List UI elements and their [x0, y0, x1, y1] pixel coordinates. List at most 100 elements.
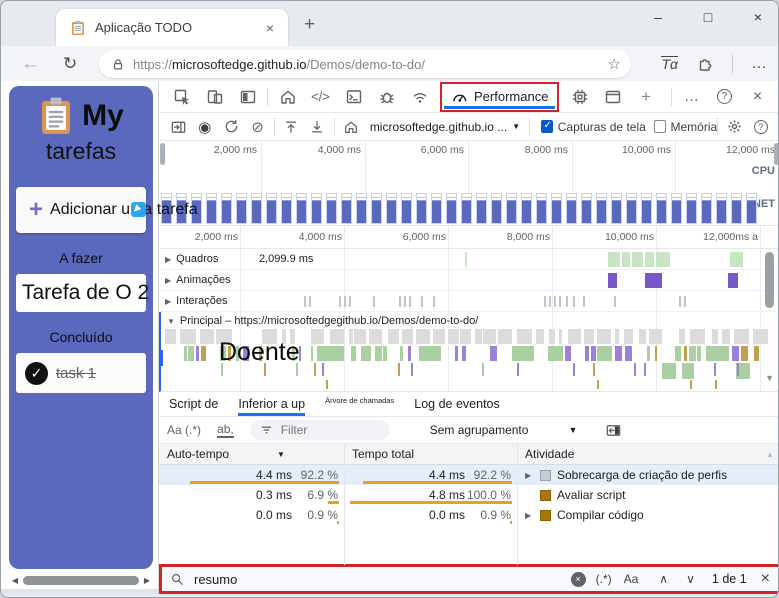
ruler-tick: 10,000 ms [575, 144, 671, 156]
history-flyout-icon[interactable] [165, 115, 191, 139]
home-panel-icon[interactable] [271, 84, 304, 110]
scroll-down-icon[interactable]: ▼ [765, 373, 774, 383]
tab-close-icon[interactable]: × [262, 20, 278, 36]
track-interactions[interactable]: ▶Interações [159, 291, 779, 312]
clear-search-icon[interactable]: × [571, 572, 586, 587]
debug-panel-icon[interactable] [370, 84, 403, 110]
table-row[interactable]: 4.4 ms92.2 % 4.4 ms92.2 % ▶Sobrecarga de… [159, 465, 779, 485]
close-window-button[interactable]: × [748, 9, 768, 25]
devtools-menu-icon[interactable]: … [675, 84, 708, 110]
todo-item[interactable]: Tarefa de O 2 [16, 274, 146, 312]
detail-ruler[interactable]: 2,000 ms 4,000 ms 6,000 ms 8,000 ms 10,0… [159, 226, 779, 249]
more-tools-icon[interactable]: + [629, 84, 662, 110]
tab-performance[interactable]: Performance [440, 82, 559, 112]
header-total-time[interactable]: Tempo total [344, 447, 517, 461]
ruler-tick: 4,000 ms [264, 231, 342, 243]
scroll-left-icon[interactable]: ◀ [9, 576, 21, 585]
time-bar [328, 501, 339, 504]
done-item[interactable]: ✓ task 1 [16, 353, 146, 393]
devtools-close-icon[interactable]: × [741, 84, 774, 110]
case-toggle[interactable]: Aa [624, 572, 639, 586]
table-row[interactable]: 0.0 ms0.9 % 0.0 ms0.9 % ▶Compilar código [159, 505, 779, 525]
scroll-right-icon[interactable]: ▶ [141, 576, 153, 585]
grouping-dropdown[interactable]: Sem agrupamento▼ [430, 423, 578, 437]
expand-icon[interactable]: ▶ [165, 276, 171, 285]
heaviest-stack-button[interactable] [605, 423, 622, 438]
previous-result-icon[interactable]: ∧ [659, 572, 668, 586]
home-icon[interactable] [337, 115, 363, 139]
tab-call-tree[interactable]: Árvore de chamadas [325, 396, 394, 410]
toolbar-divider [732, 55, 733, 73]
maximize-button[interactable]: □ [698, 9, 718, 25]
elements-panel-icon[interactable]: </> [304, 84, 337, 110]
layers-panel-icon[interactable] [596, 84, 629, 110]
tab-bottom-up[interactable]: Inferior a up [238, 397, 305, 416]
dock-side-icon[interactable] [231, 84, 264, 110]
filter-field[interactable] [250, 420, 390, 440]
tab-title: Aplicação TODO [95, 20, 262, 35]
memory-checkbox[interactable] [654, 120, 666, 133]
case-regex-toggle[interactable]: Aa (.*) [167, 423, 201, 437]
read-aloud-icon[interactable]: Tα [661, 56, 678, 71]
page-selector-dropdown[interactable]: microsoftedge.github.io ...▼ [370, 120, 520, 134]
category-swatch [540, 490, 551, 501]
load-profile-icon[interactable] [278, 115, 304, 139]
expand-icon[interactable]: ▶ [525, 471, 534, 480]
console-panel-icon[interactable] [337, 84, 370, 110]
ruler-tick: 8,000 ms [472, 144, 568, 156]
add-task-button[interactable]: + Adicionar uma tarefa [16, 187, 146, 233]
filter-input[interactable] [279, 422, 379, 438]
range-handle-right[interactable] [774, 143, 779, 165]
expand-icon[interactable]: ▶ [165, 297, 171, 306]
track-main-thread[interactable]: ▼Principal – https://microsoftedgegithub… [159, 312, 779, 392]
horizontal-scrollbar[interactable]: ◀ ▶ [9, 573, 153, 587]
capture-settings-gear-icon[interactable] [721, 115, 747, 139]
screenshot-filmstrip[interactable] [161, 193, 777, 224]
todo-app-sidebar: My tarefas + Adicionar uma tarefa A faze… [9, 86, 153, 569]
extensions-icon[interactable] [696, 55, 714, 73]
track-animations[interactable]: ▶Animações [159, 270, 779, 291]
tab-event-log[interactable]: Log de eventos [414, 397, 500, 416]
scroll-up-icon: ▲ [766, 450, 774, 459]
next-result-icon[interactable]: ∨ [686, 572, 695, 586]
favorite-star-icon[interactable]: ☆ [608, 55, 621, 73]
timeline-overview[interactable]: 2,000 ms 4,000 ms 6,000 ms 8,000 ms 10,0… [159, 141, 779, 226]
address-bar[interactable]: https://microsoftedge.github.io/Demos/de… [99, 50, 631, 78]
search-result-count: 1 de 1 [712, 572, 747, 586]
memory-panel-icon[interactable] [563, 84, 596, 110]
header-activity[interactable]: Atividade [517, 447, 779, 461]
devtools-help-icon[interactable]: ? [708, 84, 741, 110]
browser-menu-icon[interactable]: … [751, 55, 768, 73]
done-section-heading: Concluído [9, 329, 153, 345]
table-row[interactable]: 0.3 ms6.9 % 4.8 ms100.0 % Avaliar script [159, 485, 779, 505]
vertical-scrollbar-thumb[interactable] [765, 252, 774, 308]
track-frames[interactable]: ▶Quadros 2,099.9 ms [159, 249, 779, 270]
search-input[interactable] [192, 571, 571, 588]
tab-summary[interactable]: Script de [169, 397, 218, 416]
header-self-time[interactable]: Auto-tempo▼ [159, 447, 344, 461]
clear-button[interactable]: ⊘ [244, 115, 270, 139]
close-find-bar-icon[interactable]: × [761, 570, 770, 588]
expand-icon[interactable]: ▶ [165, 255, 171, 264]
minimize-button[interactable]: – [648, 9, 668, 25]
screenshots-checkbox[interactable] [541, 120, 553, 133]
back-button[interactable]: ← [21, 53, 40, 75]
expand-icon[interactable]: ▶ [525, 511, 534, 520]
performance-gauge-icon [451, 89, 468, 104]
inspect-element-icon[interactable] [165, 84, 198, 110]
collapse-icon[interactable]: ▼ [167, 317, 175, 326]
network-panel-icon[interactable] [403, 84, 436, 110]
new-tab-button[interactable]: + [304, 14, 315, 36]
browser-tab[interactable]: Aplicação TODO × [56, 9, 288, 46]
scrollbar-thumb[interactable] [23, 576, 139, 585]
regex-toggle[interactable]: (.*) [596, 572, 612, 586]
performance-help-icon[interactable]: ? [748, 115, 774, 139]
match-word-toggle[interactable]: ab, [217, 422, 234, 438]
record-button[interactable]: ◉ [191, 115, 217, 139]
range-handle-left[interactable] [160, 143, 165, 165]
refresh-button[interactable]: ↻ [63, 54, 77, 74]
save-profile-icon[interactable] [304, 115, 330, 139]
record-reload-button[interactable] [218, 115, 244, 139]
todo-item-text: Tarefa de O 2 [22, 281, 149, 305]
device-emulation-icon[interactable] [198, 84, 231, 110]
